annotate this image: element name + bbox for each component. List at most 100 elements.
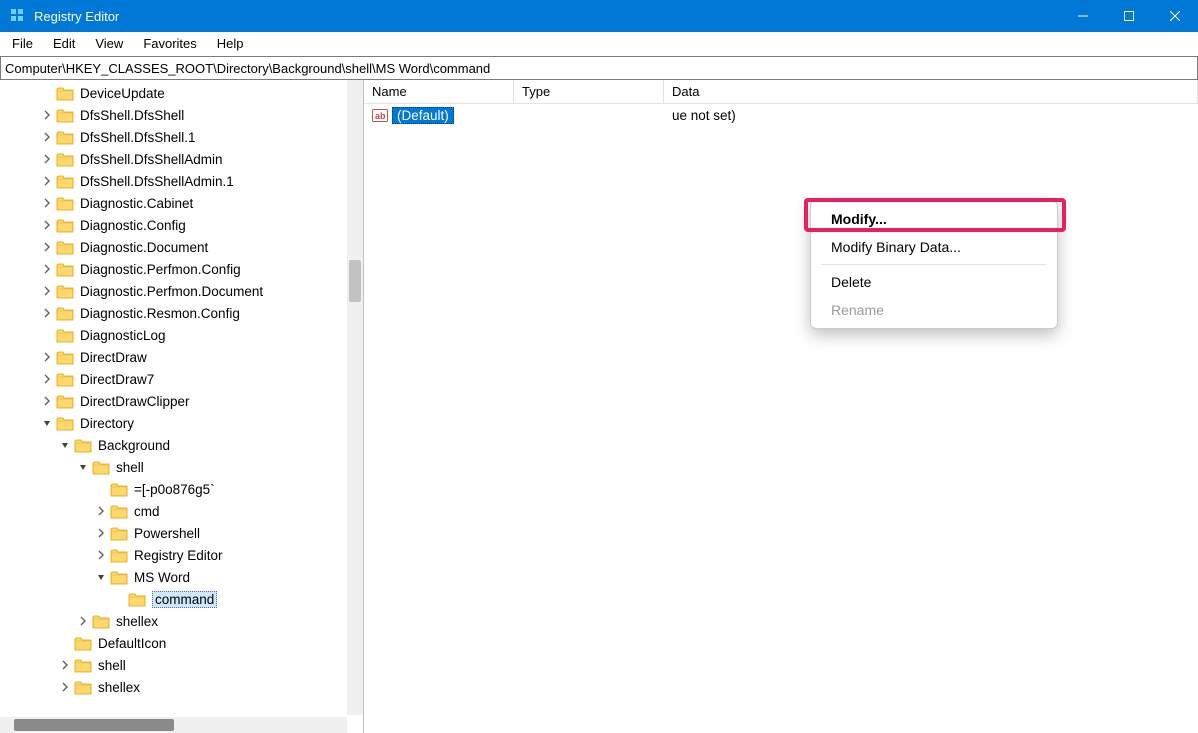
tree-item-label: shellex	[96, 679, 142, 696]
tree-item[interactable]: command	[0, 588, 347, 610]
scrollbar-thumb[interactable]	[349, 260, 361, 302]
tree-item-label: DirectDrawClipper	[78, 393, 192, 410]
tree-expander-icon[interactable]	[40, 372, 54, 386]
tree-item[interactable]: Diagnostic.Resmon.Config	[0, 302, 347, 324]
tree-horizontal-scrollbar[interactable]	[0, 717, 347, 733]
tree-item[interactable]: Diagnostic.Perfmon.Config	[0, 258, 347, 280]
tree-item[interactable]: DirectDraw	[0, 346, 347, 368]
folder-icon	[74, 438, 92, 453]
folder-icon	[128, 592, 146, 607]
tree-expander-icon[interactable]	[40, 240, 54, 254]
minimize-button[interactable]	[1060, 0, 1106, 32]
tree-panel: DeviceUpdate DfsShell.DfsShell DfsShell.Df…	[0, 80, 364, 733]
menu-favorites[interactable]: Favorites	[133, 34, 206, 53]
tree-expander-icon[interactable]	[40, 416, 54, 430]
tree-expander-icon[interactable]	[58, 658, 72, 672]
tree-item[interactable]: shellex	[0, 610, 347, 632]
tree-item[interactable]: DirectDraw7	[0, 368, 347, 390]
close-button[interactable]	[1152, 0, 1198, 32]
tree-item[interactable]: DfsShell.DfsShell.1	[0, 126, 347, 148]
tree-expander-icon[interactable]	[76, 614, 90, 628]
tree-item-label: Registry Editor	[132, 547, 225, 564]
list-header: Name Type Data	[364, 80, 1198, 104]
tree-item[interactable]: Diagnostic.Perfmon.Document	[0, 280, 347, 302]
folder-icon	[56, 262, 74, 277]
scrollbar-thumb[interactable]	[14, 719, 174, 731]
tree-expander-icon[interactable]	[58, 680, 72, 694]
maximize-button[interactable]	[1106, 0, 1152, 32]
tree-item[interactable]: shell	[0, 654, 347, 676]
folder-icon	[56, 174, 74, 189]
context-menu-modify[interactable]: Modify...	[811, 205, 1057, 233]
folder-icon	[74, 680, 92, 695]
tree-expander-icon[interactable]	[58, 438, 72, 452]
context-menu-modify-binary[interactable]: Modify Binary Data...	[811, 233, 1057, 261]
tree-item[interactable]: shellex	[0, 676, 347, 698]
tree-expander-icon[interactable]	[40, 152, 54, 166]
list-body[interactable]: (Default)ue not set)	[364, 104, 1198, 126]
tree-vertical-scrollbar[interactable]	[347, 80, 363, 715]
column-name[interactable]: Name	[364, 80, 514, 103]
tree-expander-icon[interactable]	[94, 504, 108, 518]
tree-item[interactable]: DiagnosticLog	[0, 324, 347, 346]
tree-item[interactable]: Background	[0, 434, 347, 456]
tree-expander-icon[interactable]	[40, 306, 54, 320]
tree-expander-icon[interactable]	[40, 350, 54, 364]
tree-expander-icon[interactable]	[40, 108, 54, 122]
tree-expander-icon[interactable]	[40, 196, 54, 210]
folder-icon	[110, 548, 128, 563]
context-menu-separator	[821, 264, 1047, 265]
tree-item[interactable]: Directory	[0, 412, 347, 434]
context-menu-delete[interactable]: Delete	[811, 268, 1057, 296]
tree-item-label: DefaultIcon	[96, 635, 168, 652]
tree-item[interactable]: =[-p0o876g5`	[0, 478, 347, 500]
tree-item-label: shell	[96, 657, 128, 674]
list-row[interactable]: (Default)ue not set)	[364, 104, 1198, 126]
tree-item-label: cmd	[132, 503, 162, 520]
tree-item[interactable]: DeviceUpdate	[0, 82, 347, 104]
tree-expander-icon[interactable]	[40, 394, 54, 408]
tree-item-label: shell	[114, 459, 146, 476]
tree-item[interactable]: DfsShell.DfsShell	[0, 104, 347, 126]
tree-item-label: DfsShell.DfsShellAdmin	[78, 151, 225, 168]
menu-bar: File Edit View Favorites Help	[0, 32, 1198, 56]
menu-edit[interactable]: Edit	[43, 34, 85, 53]
tree-expander-icon[interactable]	[40, 218, 54, 232]
tree-item[interactable]: MS Word	[0, 566, 347, 588]
tree-expander-icon[interactable]	[94, 526, 108, 540]
tree-item[interactable]: Registry Editor	[0, 544, 347, 566]
menu-help[interactable]: Help	[207, 34, 254, 53]
tree-expander-icon[interactable]	[94, 548, 108, 562]
tree-expander-icon[interactable]	[40, 174, 54, 188]
tree-item[interactable]: DirectDrawClipper	[0, 390, 347, 412]
tree-item[interactable]: Diagnostic.Document	[0, 236, 347, 258]
tree-expander-icon[interactable]	[76, 460, 90, 474]
menu-view[interactable]: View	[85, 34, 133, 53]
tree-item[interactable]: Diagnostic.Cabinet	[0, 192, 347, 214]
menu-file[interactable]: File	[2, 34, 43, 53]
column-data[interactable]: Data	[664, 80, 1198, 103]
address-text: Computer\HKEY_CLASSES_ROOT\Directory\Bac…	[5, 61, 490, 76]
folder-icon	[56, 240, 74, 255]
tree-item[interactable]: cmd	[0, 500, 347, 522]
tree-item[interactable]: DfsShell.DfsShellAdmin.1	[0, 170, 347, 192]
tree-expander-icon[interactable]	[40, 262, 54, 276]
tree-item[interactable]: Diagnostic.Config	[0, 214, 347, 236]
tree-item-label: Background	[96, 437, 172, 454]
tree-item-label: Directory	[78, 415, 136, 432]
tree-item[interactable]: DfsShell.DfsShellAdmin	[0, 148, 347, 170]
folder-icon	[56, 152, 74, 167]
value-name: (Default)	[392, 107, 454, 124]
tree-item-label: DiagnosticLog	[78, 327, 168, 344]
tree-item[interactable]: shell	[0, 456, 347, 478]
address-bar[interactable]: Computer\HKEY_CLASSES_ROOT\Directory\Bac…	[0, 56, 1198, 80]
tree-expander-icon[interactable]	[40, 130, 54, 144]
tree-expander-icon[interactable]	[40, 284, 54, 298]
tree-item[interactable]: DefaultIcon	[0, 632, 347, 654]
tree-item-label: DfsShell.DfsShell	[78, 107, 186, 124]
app-icon	[10, 8, 26, 24]
tree-view[interactable]: DeviceUpdate DfsShell.DfsShell DfsShell.Df…	[0, 80, 347, 715]
column-type[interactable]: Type	[514, 80, 664, 103]
tree-expander-icon[interactable]	[94, 570, 108, 584]
tree-item[interactable]: Powershell	[0, 522, 347, 544]
